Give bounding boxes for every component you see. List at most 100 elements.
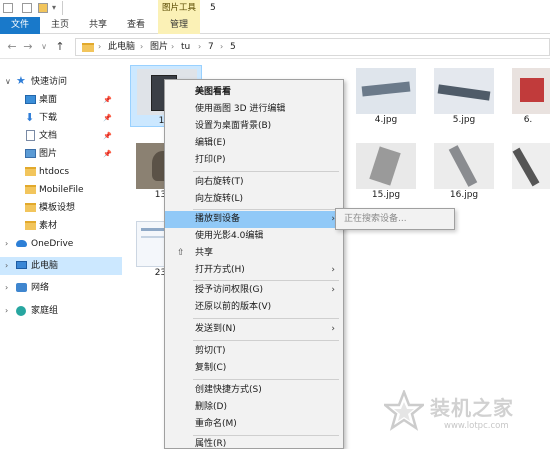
- pin-icon: 📌: [103, 132, 112, 140]
- tab-home[interactable]: 主页: [44, 17, 76, 34]
- nav-item-homegroup[interactable]: › 家庭组: [0, 302, 122, 320]
- pin-icon: 📌: [103, 114, 112, 122]
- watermark-url: www.lotpc.com: [444, 421, 509, 431]
- thumbnail-image: [434, 143, 494, 189]
- menu-item-label: 向左旋转(L): [195, 194, 244, 204]
- menu-item-cut[interactable]: 剪切(T): [165, 343, 343, 360]
- menu-item-label: 创建快捷方式(S): [195, 385, 262, 395]
- new-folder-icon[interactable]: [38, 3, 48, 13]
- nav-quick-access[interactable]: ∨ ★ 快速访问: [0, 73, 122, 91]
- folder-icon: [25, 221, 36, 230]
- menu-item-edit[interactable]: 编辑(E): [165, 135, 343, 152]
- nav-label: MobileFile: [39, 185, 84, 195]
- thumbnail-image: [356, 68, 416, 114]
- menu-item-label: 美图看看: [195, 87, 232, 97]
- menu-item-rename[interactable]: 重命名(M): [165, 416, 343, 433]
- address-bar[interactable]: › 此电脑 › 图片 › tu › 7 › 5: [75, 38, 550, 56]
- menu-item-label: 共享: [195, 248, 214, 258]
- folder-icon: [25, 167, 36, 176]
- file-item-4[interactable]: 4.jpg: [350, 65, 422, 127]
- forward-arrow-icon[interactable]: →: [22, 40, 34, 54]
- nav-item-network[interactable]: › 网络: [0, 279, 122, 297]
- nav-item-this-pc[interactable]: › 此电脑: [0, 257, 122, 275]
- breadcrumb-7[interactable]: 7: [208, 39, 214, 55]
- recent-locations-icon[interactable]: ∨: [38, 40, 50, 54]
- chevron-right-icon[interactable]: ›: [5, 257, 8, 275]
- nav-label: 文档: [39, 131, 58, 141]
- device-shape: [369, 146, 401, 186]
- menu-item-label: 播放到设备: [195, 214, 241, 224]
- chevron-right-icon: ›: [220, 42, 224, 51]
- menu-item-paint3d[interactable]: 使用画图 3D 进行编辑: [165, 101, 343, 118]
- breadcrumb-this-pc[interactable]: 此电脑: [108, 39, 135, 55]
- menu-item-give-access[interactable]: 授予访问权限(G) ›: [165, 282, 343, 299]
- menu-item-delete[interactable]: 删除(D): [165, 399, 343, 416]
- nav-label: OneDrive: [31, 239, 74, 249]
- up-arrow-icon[interactable]: ↑: [54, 40, 66, 54]
- nav-item-templates[interactable]: 模板设想: [0, 199, 122, 217]
- share-icon: ⇧: [177, 248, 185, 258]
- menu-item-copy[interactable]: 复制(C): [165, 360, 343, 377]
- menu-item-share[interactable]: ⇧ 共享: [165, 245, 343, 262]
- cast-device-submenu: 正在搜索设备...: [335, 208, 455, 230]
- thumbnail-image: [512, 143, 550, 189]
- menu-item-rotate-right[interactable]: 向右旋转(T): [165, 174, 343, 191]
- device-shape: [361, 81, 411, 97]
- file-item-15[interactable]: 15.jpg: [350, 140, 422, 202]
- nav-item-materials[interactable]: 素材: [0, 217, 122, 235]
- menu-item-set-background[interactable]: 设置为桌面背景(B): [165, 118, 343, 135]
- menu-item-open-with[interactable]: 打开方式(H) ›: [165, 262, 343, 279]
- chevron-right-icon: ›: [331, 285, 335, 295]
- menu-item-print[interactable]: 打印(P): [165, 152, 343, 169]
- nav-item-pictures[interactable]: 图片 📌: [0, 145, 122, 163]
- file-name: 6.: [523, 115, 533, 125]
- homegroup-icon: [16, 306, 26, 316]
- menu-item-send-to[interactable]: 发送到(N) ›: [165, 321, 343, 338]
- file-item-6[interactable]: 6.: [506, 65, 550, 127]
- breadcrumb-5[interactable]: 5: [230, 39, 236, 55]
- nav-label: 网络: [31, 283, 50, 293]
- chevron-right-icon[interactable]: ›: [5, 235, 8, 253]
- watermark-name: 装机之家: [430, 396, 514, 420]
- breadcrumb-pictures[interactable]: 图片: [150, 39, 168, 55]
- tab-file[interactable]: 文件: [0, 17, 40, 34]
- chevron-right-icon: ›: [198, 42, 202, 51]
- nav-item-downloads[interactable]: ⬇ 下载 📌: [0, 109, 122, 127]
- file-name: 4.jpg: [374, 115, 398, 125]
- nav-item-htdocs[interactable]: htdocs: [0, 163, 122, 181]
- menu-separator: [193, 209, 339, 210]
- searching-devices-status: 正在搜索设备...: [344, 214, 407, 224]
- menu-item-restore-versions[interactable]: 还原以前的版本(V): [165, 299, 343, 316]
- chevron-right-icon: ›: [331, 324, 335, 334]
- tab-view[interactable]: 查看: [120, 17, 152, 34]
- menu-separator: [193, 280, 339, 281]
- folder-icon: [25, 185, 36, 194]
- customize-qa-icon[interactable]: ▾: [52, 3, 56, 13]
- menu-item-label: 打印(P): [195, 155, 226, 165]
- menu-item-create-shortcut[interactable]: 创建快捷方式(S): [165, 382, 343, 399]
- file-item-5[interactable]: 5.jpg: [428, 65, 500, 127]
- properties-icon[interactable]: [22, 3, 32, 13]
- title-bar: ▾ 图片工具 5: [0, 0, 550, 17]
- menu-item-rotate-left[interactable]: 向左旋转(L): [165, 191, 343, 208]
- menu-item-lightroom-edit[interactable]: 使用光影4.0编辑: [165, 228, 343, 245]
- menu-item-properties[interactable]: 属性(R): [165, 436, 343, 448]
- nav-item-documents[interactable]: 文档 📌: [0, 127, 122, 145]
- nav-item-onedrive[interactable]: › OneDrive: [0, 235, 122, 253]
- nav-item-desktop[interactable]: 桌面 📌: [0, 91, 122, 109]
- breadcrumb-tu[interactable]: tu: [181, 39, 190, 55]
- chevron-down-icon[interactable]: ∨: [5, 73, 11, 91]
- menu-item-cast-to-device[interactable]: 播放到设备 ›: [165, 211, 343, 228]
- chevron-right-icon[interactable]: ›: [5, 302, 8, 320]
- download-icon: ⬇: [25, 111, 35, 124]
- nav-item-mobilefile[interactable]: MobileFile: [0, 181, 122, 199]
- device-shape: [512, 147, 540, 187]
- tab-manage[interactable]: 管理: [158, 17, 200, 34]
- chevron-right-icon[interactable]: ›: [5, 279, 8, 297]
- device-shape: [437, 84, 491, 101]
- menu-item-meitu[interactable]: 美图看看: [165, 84, 343, 101]
- tab-share[interactable]: 共享: [82, 17, 114, 34]
- back-arrow-icon[interactable]: ←: [6, 40, 18, 54]
- file-item-16[interactable]: 16.jpg: [428, 140, 500, 202]
- file-item-partial[interactable]: [506, 140, 550, 202]
